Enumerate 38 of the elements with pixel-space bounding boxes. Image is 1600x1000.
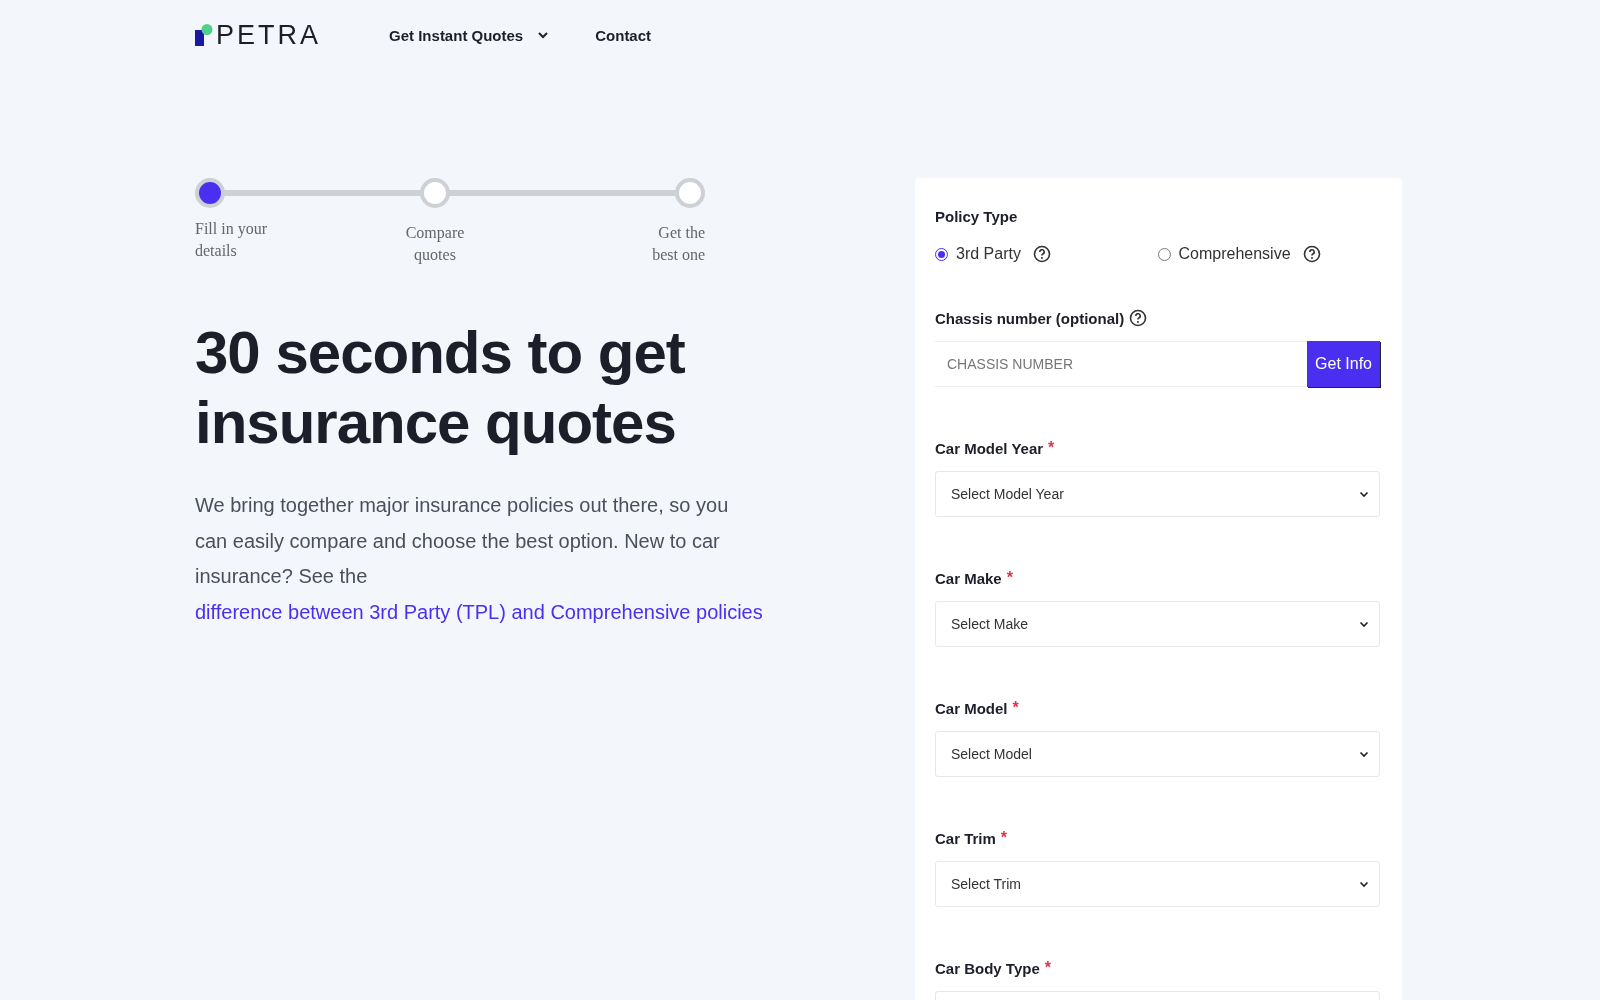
comparison-link[interactable]: difference between 3rd Party (TPL) and Comprehensive policies bbox=[195, 600, 763, 623]
field-label: Chassis number (optional) bbox=[935, 309, 1125, 327]
chevron-icon bbox=[1359, 880, 1369, 888]
select-field[interactable]: Select Model bbox=[935, 731, 1380, 777]
radio-button[interactable] bbox=[1157, 247, 1171, 261]
required-mark: * bbox=[1000, 829, 1008, 847]
select-field[interactable]: Select Trim bbox=[935, 861, 1380, 907]
nav-link[interactable]: Get Instant Quotes bbox=[389, 26, 550, 44]
radio-label[interactable]: 3rd Party bbox=[956, 245, 1021, 263]
select-field[interactable]: Select Make bbox=[935, 601, 1380, 647]
required-mark: * bbox=[1006, 569, 1013, 587]
get-info-button[interactable]: Get Info bbox=[1307, 341, 1380, 387]
hero-title: 30 seconds to get insurance quotes bbox=[195, 318, 686, 458]
radio-label[interactable]: Comprehensive bbox=[1178, 245, 1291, 263]
field-label: Policy Type bbox=[935, 208, 1019, 225]
field-label: Car Make bbox=[935, 569, 1002, 587]
field-label: Car Model Year bbox=[935, 439, 1044, 457]
logo-text: PETRA bbox=[216, 24, 322, 46]
chevron-icon bbox=[1359, 750, 1369, 758]
field-label: Car Trim bbox=[935, 829, 996, 847]
step-label: Compare quotes bbox=[404, 223, 466, 266]
help-icon[interactable] bbox=[1302, 245, 1321, 263]
field-label: Car Model bbox=[935, 699, 1008, 717]
logo-icon bbox=[195, 24, 213, 46]
chevron-icon bbox=[1359, 490, 1369, 498]
required-mark: * bbox=[1012, 699, 1019, 717]
nav-link[interactable]: Contact bbox=[595, 26, 652, 44]
field-label: Car Body Type bbox=[935, 959, 1040, 977]
select-field[interactable]: Select Model Year bbox=[935, 471, 1380, 517]
step-label: Get the best one bbox=[651, 223, 705, 265]
chassis-number-field[interactable]: CHASSIS NUMBER bbox=[935, 341, 1308, 387]
required-mark: * bbox=[1048, 439, 1055, 457]
chevron-icon bbox=[1359, 620, 1369, 628]
help-icon[interactable] bbox=[1129, 309, 1148, 327]
help-icon[interactable] bbox=[1032, 245, 1051, 263]
step-label: Fill in your details bbox=[195, 219, 268, 261]
required-mark: * bbox=[1044, 959, 1051, 977]
radio-button[interactable] bbox=[935, 247, 948, 261]
